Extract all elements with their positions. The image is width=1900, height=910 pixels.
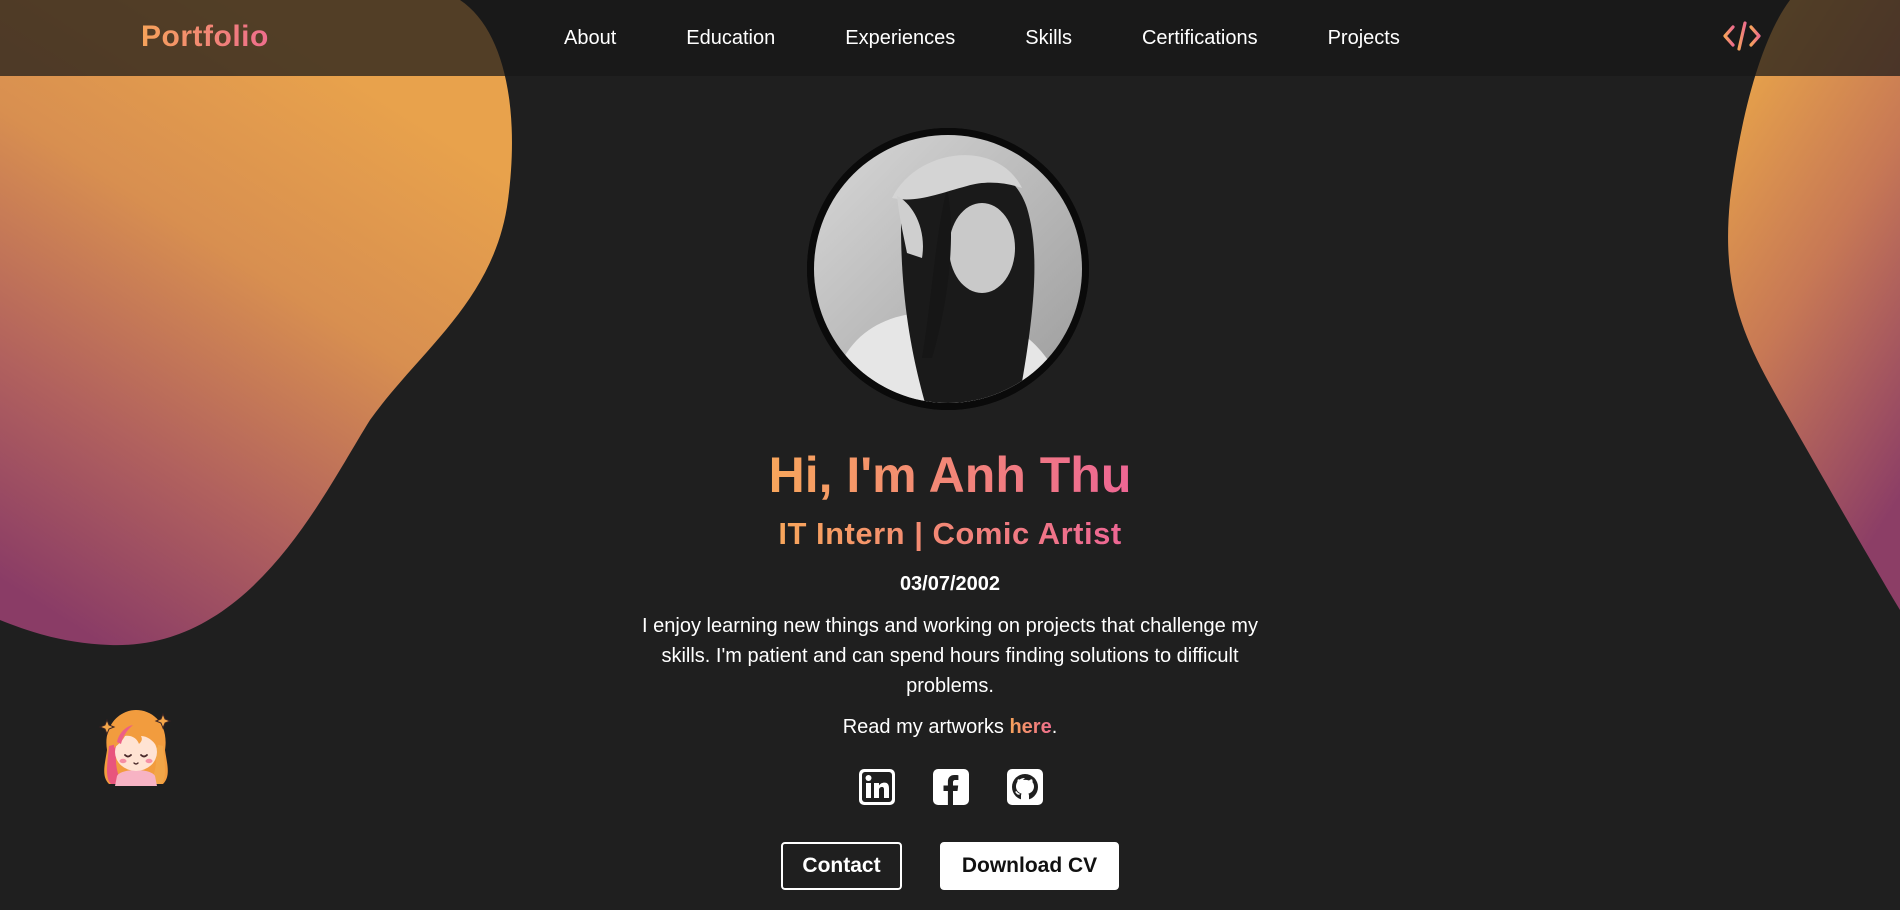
date-of-birth: 03/07/2002 <box>899 573 1001 595</box>
nav-item-certifications[interactable]: Certifications <box>1142 27 1258 50</box>
nav-menu: About Education Experiences Skills Certi… <box>564 0 1400 76</box>
hero-subtitle: IT Intern | Comic Artist <box>778 516 1122 551</box>
download-cv-button[interactable]: Download CV <box>940 842 1119 890</box>
hero-buttons: Contact Download CV <box>781 842 1119 890</box>
artworks-suffix: . <box>1051 716 1058 738</box>
nav-item-skills[interactable]: Skills <box>1025 27 1072 50</box>
navbar: Portfolio About Education Experiences Sk… <box>0 0 1900 76</box>
code-brackets-icon[interactable] <box>1722 18 1762 54</box>
hero-section: Hi, I'm Anh Thu IT Intern | Comic Artist… <box>0 76 1900 910</box>
profile-photo <box>807 128 1089 410</box>
contact-button[interactable]: Contact <box>781 842 902 890</box>
artworks-prefix: Read my artworks <box>842 716 1010 738</box>
linkedin-icon[interactable] <box>858 768 896 806</box>
nav-item-experiences[interactable]: Experiences <box>845 27 955 50</box>
chat-mascot-icon[interactable] <box>97 706 175 788</box>
artworks-link[interactable]: here <box>1009 716 1051 738</box>
nav-item-about[interactable]: About <box>564 27 616 50</box>
social-links <box>858 768 1044 808</box>
facebook-icon[interactable] <box>932 768 970 806</box>
nav-item-education[interactable]: Education <box>686 27 775 50</box>
artworks-line: Read my artworks here. <box>0 716 1900 739</box>
brand-logo[interactable]: Portfolio <box>141 20 269 54</box>
bio-text: I enjoy learning new things and working … <box>642 615 1258 697</box>
page: Portfolio About Education Experiences Sk… <box>0 0 1900 910</box>
github-icon[interactable] <box>1006 768 1044 806</box>
hero-headline: Hi, I'm Anh Thu <box>768 447 1132 503</box>
nav-item-projects[interactable]: Projects <box>1328 27 1400 50</box>
